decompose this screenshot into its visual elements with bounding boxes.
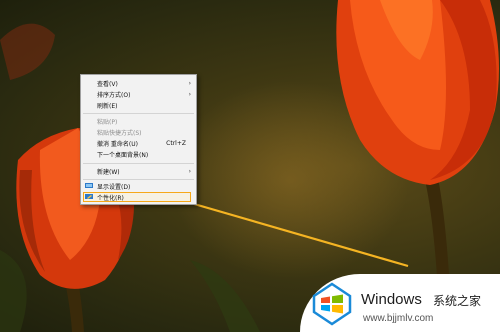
windows-logo-icon — [312, 282, 352, 326]
site-name-text: 系统之家 — [433, 294, 482, 308]
submenu-arrow-icon: › — [188, 79, 191, 87]
menu-item-new[interactable]: 新建(W) › — [81, 166, 196, 176]
menu-item-label: 粘贴快捷方式(S) — [97, 129, 142, 137]
site-url-text: www.bjjmlv.com — [363, 313, 434, 324]
menu-separator — [83, 179, 194, 180]
menu-item-label: 查看(V) — [97, 80, 118, 88]
pointer-arrow-line — [169, 195, 409, 268]
menu-item-label: 新建(W) — [97, 168, 120, 176]
menu-item-label: 个性化(R) — [97, 194, 124, 202]
menu-item-paste[interactable]: 粘贴(P) — [81, 116, 196, 126]
menu-item-sort-by[interactable]: 排序方式(O) › — [81, 89, 196, 99]
menu-item-label: 撤消 重命名(U) — [97, 140, 138, 148]
menu-item-label: 粘贴(P) — [97, 118, 118, 126]
menu-item-display-settings[interactable]: 显示设置(D) — [81, 181, 196, 191]
menu-item-paste-shortcut[interactable]: 粘贴快捷方式(S) — [81, 127, 196, 137]
menu-item-personalize[interactable]: 个性化(R) — [81, 192, 196, 202]
menu-item-label: 下一个桌面背景(N) — [97, 151, 149, 159]
desktop-context-menu: 查看(V) › 排序方式(O) › 刷新(E) 粘贴(P) 粘贴快捷方式(S) … — [80, 74, 197, 205]
menu-item-shortcut: Ctrl+Z — [166, 139, 186, 147]
menu-item-label: 刷新(E) — [97, 102, 118, 110]
personalize-icon — [85, 194, 93, 199]
display-icon — [85, 183, 93, 188]
menu-item-label: 排序方式(O) — [97, 91, 131, 99]
menu-item-label: 显示设置(D) — [97, 183, 131, 191]
submenu-arrow-icon: › — [188, 167, 191, 175]
submenu-arrow-icon: › — [188, 90, 191, 98]
menu-item-next-background[interactable]: 下一个桌面背景(N) — [81, 149, 196, 159]
windows-brand-text: Windows — [361, 291, 422, 308]
menu-separator — [83, 163, 194, 164]
menu-item-refresh[interactable]: 刷新(E) — [81, 100, 196, 110]
menu-item-undo-rename[interactable]: 撤消 重命名(U) Ctrl+Z — [81, 138, 196, 148]
menu-item-view[interactable]: 查看(V) › — [81, 78, 196, 88]
menu-separator — [83, 113, 194, 114]
